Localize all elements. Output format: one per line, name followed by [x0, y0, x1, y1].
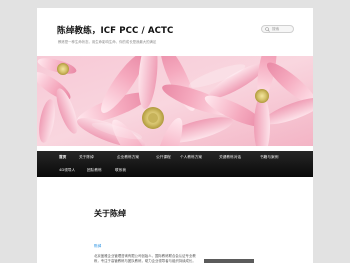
main-navigation: 首页 关于陈绰 企业教练方案 公开课程 个人教练方案 关键教练对话 书籍与案例 … — [37, 151, 313, 177]
site-title[interactable]: 陈绰教练，ICF PCC / ACTC — [57, 24, 173, 36]
nav-item-personal-coaching[interactable]: 个人教练方案 — [180, 151, 202, 164]
nav-row-1: 首页 关于陈绰 企业教练方案 公开课程 个人教练方案 关键教练对话 书籍与案例 — [37, 151, 313, 164]
header-banner-image — [37, 56, 313, 146]
search-icon — [265, 27, 270, 32]
nav-item-about[interactable]: 关于陈绰 — [79, 151, 94, 164]
page-container: 陈绰教练，ICF PCC / ACTC 教练是一种生命状态，用生命影响生命，你的… — [37, 8, 313, 263]
nav-item-enterprise-coaching[interactable]: 企业教练方案 — [117, 151, 139, 164]
profile-photo — [204, 259, 254, 263]
intro-paragraph: 北京盖雅企业管理咨询有限公司创始人，国际教练联合会认证专业教练，专注于高管教练与… — [94, 254, 196, 263]
nav-item-books-cases[interactable]: 书籍与案例 — [260, 151, 278, 164]
nav-item-4d-leader[interactable]: 4D领导人 — [59, 164, 75, 177]
nav-row-2: 4D领导人 团队教练 联系我 — [37, 164, 313, 177]
nav-item-key-conversations[interactable]: 关键教练对话 — [219, 151, 241, 164]
page-title: 关于陈绰 — [94, 209, 126, 218]
search-placeholder: 搜索 — [272, 27, 280, 31]
nav-item-public-courses[interactable]: 公开课程 — [156, 151, 171, 164]
site-tagline: 教练是一种生命状态，用生命影响生命，你的成长是我最大的满足 — [58, 40, 157, 44]
section-title-link[interactable]: 陈绰 — [94, 244, 101, 249]
nav-item-home[interactable]: 首页 — [59, 151, 66, 164]
search-input[interactable]: 搜索 — [261, 25, 294, 33]
nav-item-team-coaching[interactable]: 团队教练 — [87, 164, 102, 177]
nav-item-contact[interactable]: 联系我 — [115, 164, 126, 177]
